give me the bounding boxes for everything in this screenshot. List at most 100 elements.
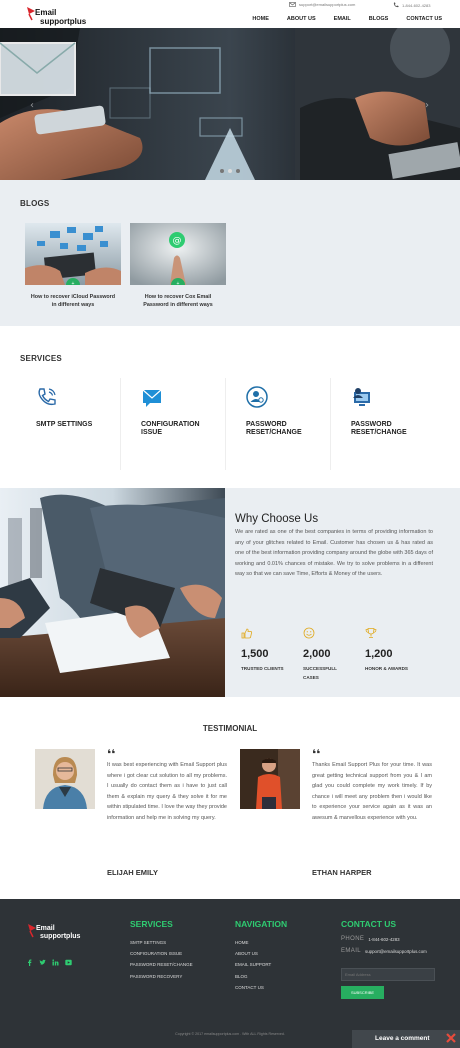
service-label-line1: PASSWORD [351,421,392,428]
why-text: We are rated as one of the best companie… [235,529,433,578]
service-label-line2: RESET/CHANGE [351,429,407,436]
blog-plus-icon[interactable]: + [66,278,80,285]
why-title: Why Choose Us [235,513,319,525]
leave-comment-label[interactable]: Leave a comment [375,1035,430,1042]
blog-caption-line1[interactable]: How to recover Cox Email [130,294,226,302]
phone-icon [393,2,399,8]
footer-link-contact[interactable]: CONTACT US [235,982,271,993]
blog-plus-icon[interactable]: + [171,278,185,285]
why-choose-us-section: Why Choose Us We are rated as one of the… [225,488,460,697]
next-arrow[interactable]: › [425,100,429,111]
trophy-icon [365,628,377,638]
footer-phone-value: 1-844-602-4283 [368,936,400,942]
close-icon[interactable] [445,1032,457,1044]
email-tablet-image [25,223,121,285]
computer-user-icon [353,388,370,406]
service-label-line1: PASSWORD [246,421,287,428]
stat-number: 1,500 [241,648,269,660]
svg-text:@: @ [173,236,182,246]
main-nav: HOME ABOUT US EMAIL BLOGS CONTACT US [252,16,442,22]
nav-blogs[interactable]: BLOGS [369,16,389,22]
footer-link-email-support[interactable]: EMAIL SUPPORT [235,959,271,970]
services-title: SERVICES [20,354,62,363]
envelope-icon [289,2,296,7]
subscribe-button[interactable]: SUBSCRIBE [341,986,384,999]
stat-label-line1: TRUSTED CLIENTS [241,666,284,671]
testimonial-avatar-ethan [240,749,300,809]
divider [330,378,331,470]
site-footer: Email supportplus SERVICES SMTP SETTINGS… [0,899,460,1048]
footer-link-blog[interactable]: BLOG [235,971,271,982]
services-section: SERVICES SMTP SETTINGS CONFIGURATION ISS… [0,326,460,488]
header-phone-text: 1-844-602-4283 [402,2,431,8]
linkedin-icon[interactable] [52,953,59,966]
nav-home[interactable]: HOME [252,16,269,22]
service-password-change[interactable]: PASSWORD RESET/CHANGE [351,386,451,437]
footer-link-password-reset[interactable]: PASSWORD RESET/CHANGE [130,959,193,970]
testimonial-text: It was best experiencing with Email Supp… [107,762,227,821]
blogs-title: BLOGS [20,199,50,208]
slider-dot-active[interactable] [228,169,232,173]
footer-link-password-recovery[interactable]: PASSWORD RECOVERY [130,971,193,982]
blog-image-icloud[interactable]: + [25,223,121,285]
blog-card[interactable]: @ + How to recover Cox Email Password in… [130,223,226,309]
footer-navigation-title: NAVIGATION [235,919,288,929]
footer-phone[interactable]: PHONE 1-844-602-4283 [341,936,400,942]
blog-caption-line2[interactable]: Password in different ways [130,302,226,310]
testimonial-section: TESTIMONIAL ❛❛ It was best experiencing … [0,697,460,899]
slider-dot[interactable] [236,169,240,173]
hero-image: ‹ › [0,28,460,180]
stat-number: 2,000 [303,648,331,660]
hero-slider[interactable]: ‹ › [0,28,460,180]
service-configuration[interactable]: CONFIGURATION ISSUE [141,386,241,437]
logo-text-line2: supportplus [40,17,87,26]
user-settings-icon [246,386,268,408]
footer-link-home[interactable]: HOME [235,937,271,948]
blog-image-cox[interactable]: @ + [130,223,226,285]
quote-icon: ❛❛ [312,747,321,761]
quote-icon: ❛❛ [107,747,116,761]
twitter-icon[interactable] [39,953,46,965]
phone-support-icon [38,388,56,406]
slider-dot[interactable] [220,169,224,173]
footer-logo-line2: supportplus [40,933,81,940]
nav-email[interactable]: EMAIL [334,16,351,22]
man-portrait [240,749,300,809]
footer-link-configuration[interactable]: CONFIGURATION ISSUE [130,948,193,959]
blog-caption-line1[interactable]: How to recover iCloud Password [25,294,121,302]
service-smtp[interactable]: SMTP SETTINGS [36,386,136,429]
blog-caption-line2[interactable]: in different ways [25,302,121,310]
footer-link-smtp[interactable]: SMTP SETTINGS [130,937,193,948]
testimonial-text: Thanks Email Support Plus for your time.… [312,762,432,821]
smiley-icon [303,627,315,639]
header-phone[interactable]: 1-844-602-4283 [393,2,430,8]
prev-arrow[interactable]: ‹ [30,100,34,111]
blogs-section: BLOGS + How to recover iCloud Password i… [0,180,460,326]
header-email-text: support@emailsupportplus.com [299,2,356,7]
footer-logo[interactable]: Email supportplus [26,922,86,942]
nav-contact-us[interactable]: CONTACT US [406,16,442,22]
facebook-icon[interactable] [26,953,33,966]
footer-link-about[interactable]: ABOUT US [235,948,271,959]
stat-label-line1: HONOR & AWARDS [365,666,408,671]
header-email[interactable]: support@emailsupportplus.com [289,2,355,7]
site-logo[interactable]: Email supportplus [26,5,96,27]
youtube-icon[interactable] [65,953,72,966]
divider [120,378,121,470]
social-links [26,953,72,966]
logo-text-line1: Email [35,8,57,17]
nav-about-us[interactable]: ABOUT US [287,16,316,22]
footer-services-title: SERVICES [130,919,173,929]
thumbs-up-icon [241,628,253,639]
service-label-line2: ISSUE [141,429,163,436]
footer-logo-line1: Email [36,925,55,932]
footer-email[interactable]: EMAIL support@emailsupportplus.com [341,948,427,954]
blog-card[interactable]: + How to recover iCloud Password in diff… [25,223,121,309]
footer-services-list: SMTP SETTINGS CONFIGURATION ISSUE PASSWO… [130,937,193,982]
stat-trusted-clients: 1,500 TRUSTED CLIENTS [241,626,301,673]
newsletter-email-input[interactable] [341,968,435,981]
service-password-reset[interactable]: PASSWORD RESET/CHANGE [246,386,346,437]
handshake-photo [0,488,225,697]
leave-comment-widget[interactable]: Leave a comment [352,1030,460,1048]
testimonial-name: ELIJAH EMILY [107,868,158,877]
